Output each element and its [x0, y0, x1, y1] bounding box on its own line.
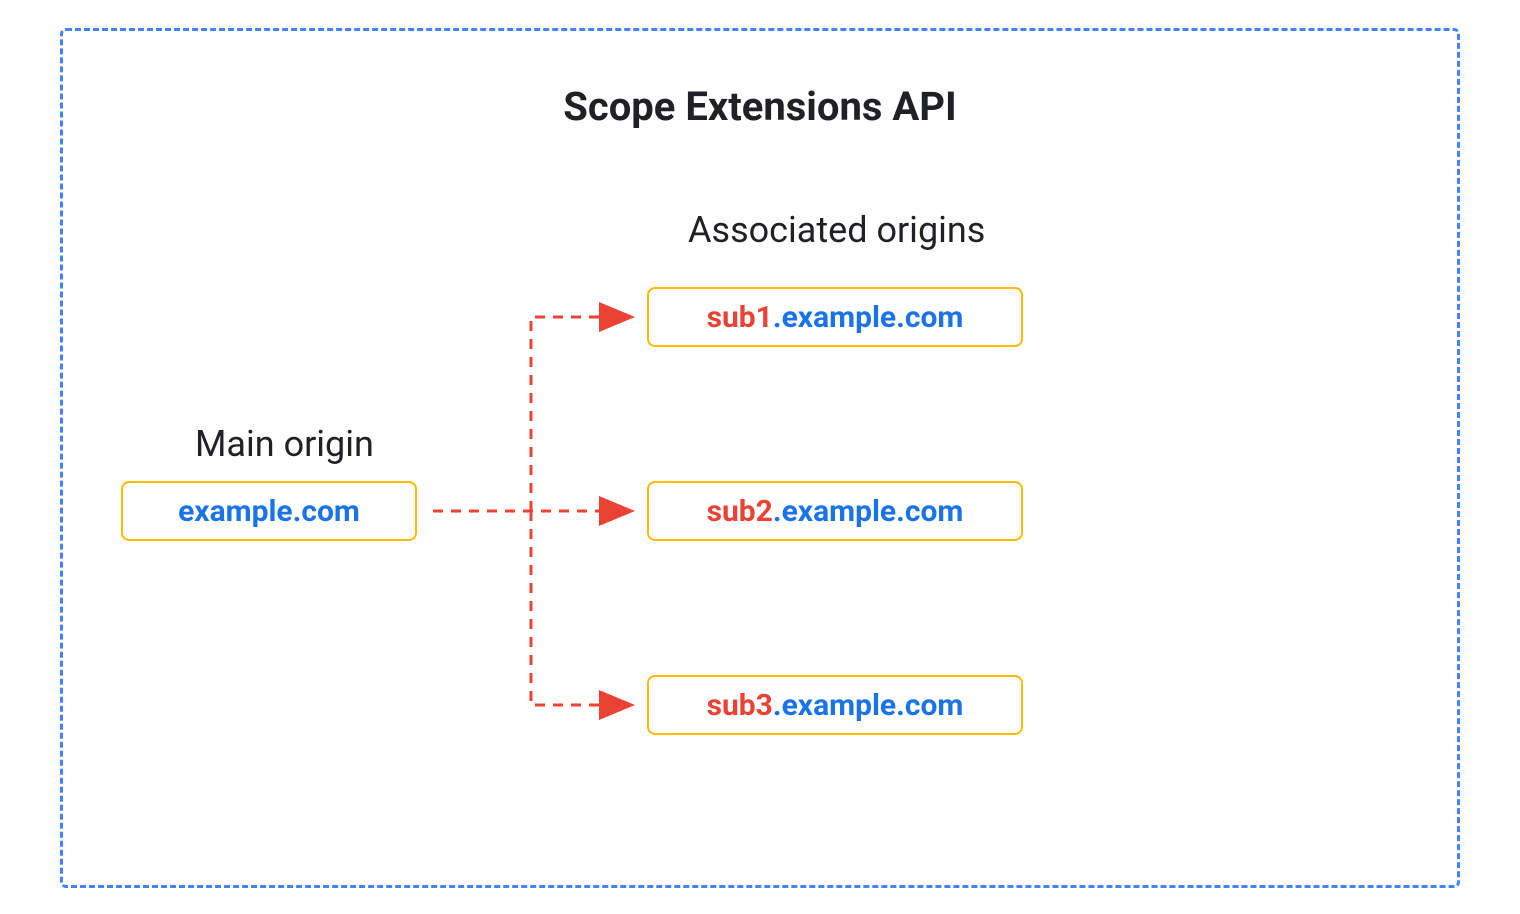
arrow-to-sub1	[531, 317, 629, 511]
arrows-svg	[63, 31, 1463, 891]
api-container: Scope Extensions API Main origin example…	[60, 28, 1460, 888]
arrow-to-sub3	[531, 511, 629, 705]
